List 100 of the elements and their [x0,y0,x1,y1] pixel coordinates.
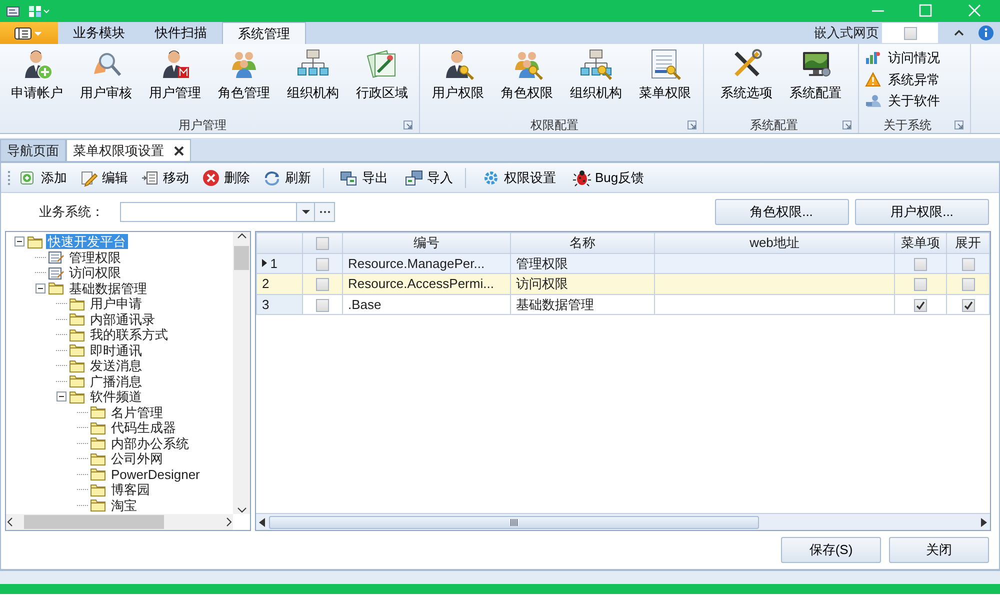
folder-icon [90,404,107,420]
toolbar-button[interactable]: 导入 [400,166,458,190]
ribbon-button[interactable]: 菜单权限 [630,44,700,116]
checkbox[interactable] [962,278,974,292]
tree-item[interactable]: 内部通讯录 [88,312,157,327]
menu-icon [14,26,44,40]
column-header[interactable]: 展开 [946,232,990,253]
checkbox[interactable] [316,298,329,312]
info-icon[interactable] [978,25,994,41]
column-header[interactable]: 编号 [342,232,510,253]
ribbon-button[interactable]: 系统选项 [712,44,781,116]
ribbon-button[interactable]: 关于软件 [861,90,968,112]
checkbox[interactable] [962,298,974,312]
ribbon-button[interactable]: 用户审核 [72,44,140,116]
permission-button[interactable]: 用户权限... [855,199,989,225]
scroll-down-icon[interactable] [236,506,246,514]
tree-item[interactable]: 软件频道 [88,389,144,404]
ribbon-button[interactable]: 角色权限 [492,44,562,116]
ribbon-button[interactable]: 用户权限 [424,44,492,116]
checkbox[interactable] [914,258,927,271]
app-menu-button[interactable] [0,22,58,44]
tree-item[interactable]: 我的联系方式 [88,327,170,342]
folder-icon [90,497,107,514]
ribbon-button[interactable]: 角色管理 [210,44,278,116]
tree-item[interactable]: 博客园 [109,482,152,498]
column-header[interactable]: 名称 [510,232,654,253]
tree-item[interactable]: 用户申请 [88,296,144,312]
ribbon-button[interactable]: 行政区域 [348,44,416,116]
ribbon-button[interactable]: 组织机构 [562,44,630,116]
ribbon-button[interactable]: 系统配置 [781,44,850,116]
checkbox[interactable] [914,298,927,312]
checkbox[interactable] [316,278,329,292]
toolbar-button[interactable]: 添加 [14,166,72,190]
tree-item[interactable]: 淘宝 [109,498,139,513]
column-header[interactable]: web地址 [654,232,894,253]
tree-horizontal-scrollbar[interactable] [6,514,233,530]
column-header[interactable]: 菜单项 [894,232,946,253]
close-icon[interactable] [174,146,184,156]
tree-item[interactable]: 基础数据管理 [67,280,149,296]
tree-item[interactable]: 广播消息 [88,374,144,389]
scroll-right-icon[interactable] [225,517,233,527]
dialog-button[interactable]: 关闭 [889,537,989,563]
group-label: 权限配置 [530,117,580,133]
toolbar-button[interactable]: 权限设置 [477,166,561,190]
permission-button[interactable]: 角色权限... [714,199,848,225]
toolbar-button[interactable]: 编辑 [75,166,133,190]
tree-vertical-scrollbar[interactable] [233,232,250,514]
dialog-launcher-icon[interactable] [687,120,697,130]
scroll-thumb[interactable] [24,515,164,529]
ellipsis-icon[interactable] [318,209,330,215]
folder-icon [90,420,107,436]
toolbar-grip-icon [7,168,11,186]
toolbar-button[interactable]: 刷新 [258,166,316,190]
dialog-button[interactable]: 保存(S) [781,537,881,563]
toolbar-button[interactable]: 移动 [136,166,194,190]
ribbon-button[interactable]: 申请帐户 [2,44,72,116]
checkbox[interactable] [316,237,329,250]
tree-item[interactable]: 即时通讯 [88,342,144,358]
dropdown-icon[interactable] [302,209,310,215]
scroll-right-icon[interactable] [980,518,987,528]
folder-icon [27,234,44,250]
scroll-thumb[interactable] [234,246,249,270]
tree-item[interactable]: 代码生成器 [109,420,178,436]
expander-icon[interactable] [56,391,67,402]
expander-icon[interactable] [35,282,46,294]
dialog-launcher-icon[interactable] [842,120,852,130]
checkbox[interactable] [962,258,974,271]
toolbar-button[interactable]: 导出 [335,166,393,190]
ribbon-button[interactable]: 组织机构 [278,44,348,116]
tree-item[interactable]: PowerDesigner [109,466,202,482]
scroll-up-icon[interactable] [236,232,246,240]
checkbox[interactable] [914,278,927,292]
checkbox[interactable] [316,258,329,271]
tree-item[interactable]: 访问权限 [67,265,123,280]
document-tab[interactable]: 菜单权限项设置 [66,139,191,161]
system-combo-field[interactable] [120,202,335,222]
collapse-icon[interactable] [952,28,964,38]
expander-icon[interactable] [14,236,25,248]
tree-item[interactable]: 内部办公系统 [109,436,191,451]
dialog-launcher-icon[interactable] [954,120,964,130]
ribbon-tab[interactable]: 业务模块 [58,22,140,44]
grid-horizontal-scrollbar[interactable] [256,513,990,530]
table-cell: .Base [342,294,510,314]
ribbon-tab[interactable]: 系统管理 [222,22,306,44]
tree-item[interactable]: 管理权限 [67,250,123,265]
tree-item[interactable]: 公司外网 [109,451,165,466]
scroll-left-icon[interactable] [6,517,14,527]
ribbon-button[interactable]: 访问情况 [861,47,968,69]
ribbon-button[interactable]: 用户管理 [140,44,210,116]
tree-item[interactable]: 发送消息 [88,358,144,374]
toolbar-button[interactable]: Bug反馈 [568,166,650,190]
scroll-thumb[interactable] [268,516,758,528]
dialog-launcher-icon[interactable] [403,120,413,130]
toolbar-button[interactable]: 删除 [197,166,255,190]
tree-item[interactable]: 名片管理 [109,404,165,420]
ribbon-tab[interactable]: 快件扫描 [140,22,222,44]
scroll-left-icon[interactable] [259,518,266,528]
ribbon-button[interactable]: 系统异常 [861,68,968,90]
embed-checkbox[interactable] [882,23,938,43]
document-tab[interactable]: 导航页面 [0,139,66,161]
